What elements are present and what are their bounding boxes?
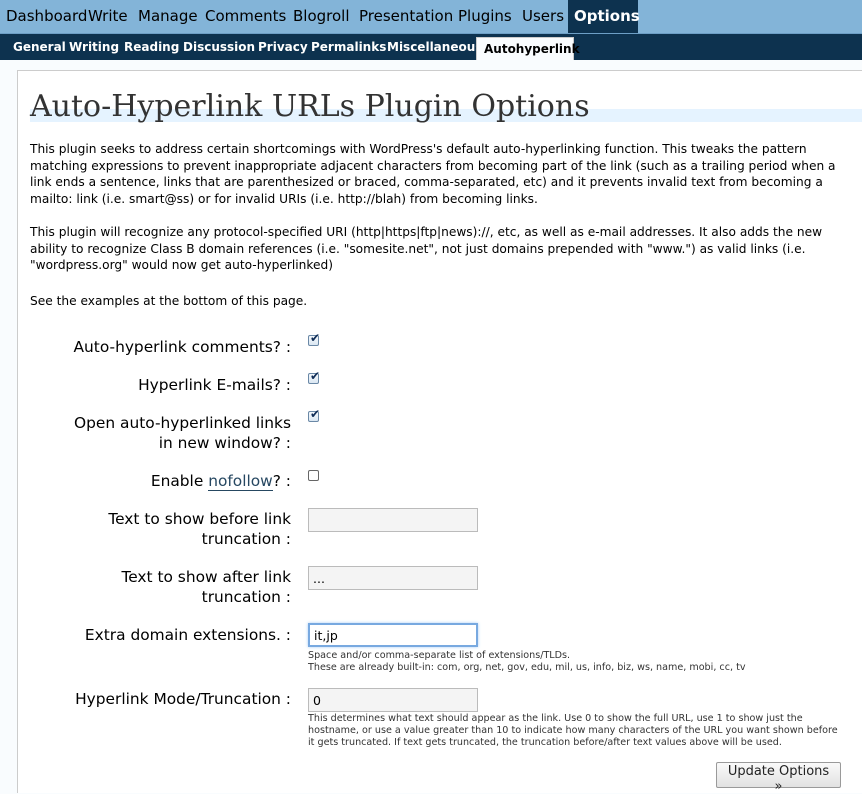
menu-item-users[interactable]: Users xyxy=(516,0,570,33)
nofollow-label: Enable nofollow? : xyxy=(151,471,291,491)
menu-item-blogroll[interactable]: Blogroll xyxy=(287,0,356,33)
new-window-checkbox[interactable]: ✔ xyxy=(308,407,321,422)
before-text-input[interactable] xyxy=(308,508,478,532)
submenu-item-miscellaneous[interactable]: Miscellaneous xyxy=(380,34,489,60)
after-text-label-line2: truncation : xyxy=(201,588,291,606)
update-options-button[interactable]: Update Options » xyxy=(716,762,841,794)
nofollow-checkbox[interactable] xyxy=(308,470,319,481)
after-text-input[interactable] xyxy=(308,566,478,590)
menu-item-presentation[interactable]: Presentation xyxy=(353,0,459,33)
intro-paragraph-3: See the examples at the bottom of this p… xyxy=(30,294,308,308)
emails-checkbox[interactable]: ✔ xyxy=(308,369,321,384)
check-icon: ✔ xyxy=(310,407,321,421)
comments-checkbox[interactable]: ✔ xyxy=(308,331,321,346)
comments-label: Auto-hyperlink comments? : xyxy=(73,338,292,356)
before-text-label: Text to show before link truncation : xyxy=(108,509,291,549)
submenu-item-autohyperlink[interactable]: Autohyperlink xyxy=(476,37,580,60)
check-icon: ✔ xyxy=(310,369,321,383)
nofollow-label-suffix: ? : xyxy=(272,472,291,490)
new-window-label-line1: Open auto-hyperlinked links xyxy=(74,414,291,432)
before-text-label-line1: Text to show before link xyxy=(108,510,291,528)
after-text-label-line1: Text to show after link xyxy=(121,568,291,586)
extensions-input[interactable] xyxy=(308,623,478,647)
nofollow-label-prefix: Enable xyxy=(150,472,209,490)
new-window-label-line2: in new window? : xyxy=(158,434,291,452)
page-title: Auto-Hyperlink URLs Plugin Options xyxy=(30,89,590,124)
mode-hint: This determines what text should appear … xyxy=(308,713,838,748)
extensions-hint: Space and/or comma-separate list of exte… xyxy=(308,650,838,674)
mode-input[interactable] xyxy=(308,688,478,712)
extensions-hint-line2: These are already built-in: com, org, ne… xyxy=(308,662,746,673)
menu-item-dashboard[interactable]: Dashboard xyxy=(0,0,93,33)
menu-item-comments[interactable]: Comments xyxy=(199,0,292,33)
check-icon: ✔ xyxy=(310,331,321,345)
intro-paragraph-1: This plugin seeks to address certain sho… xyxy=(30,142,836,206)
menu-item-plugins[interactable]: Plugins xyxy=(452,0,518,33)
admin-menu: Dashboard Write Manage Comments Blogroll… xyxy=(0,0,862,34)
after-text-label: Text to show after link truncation : xyxy=(121,567,291,607)
new-window-label: Open auto-hyperlinked links in new windo… xyxy=(74,413,291,453)
menu-item-write[interactable]: Write xyxy=(82,0,134,33)
nofollow-link[interactable]: nofollow xyxy=(208,472,273,491)
menu-item-options[interactable]: Options xyxy=(568,0,640,33)
options-panel: Auto-Hyperlink URLs Plugin Options This … xyxy=(17,70,862,794)
mode-label: Hyperlink Mode/Truncation : xyxy=(75,690,291,708)
before-text-label-line2: truncation : xyxy=(201,530,291,548)
extensions-label: Extra domain extensions. : xyxy=(84,626,291,644)
menu-item-manage[interactable]: Manage xyxy=(132,0,204,33)
sub-menu: General Writing Reading Discussion Priva… xyxy=(0,34,862,60)
extensions-hint-line1: Space and/or comma-separate list of exte… xyxy=(308,650,571,661)
submenu-item-discussion[interactable]: Discussion xyxy=(176,34,262,60)
emails-label: Hyperlink E-mails? : xyxy=(138,376,291,394)
intro-paragraph-2: This plugin will recognize any protocol-… xyxy=(30,225,823,272)
